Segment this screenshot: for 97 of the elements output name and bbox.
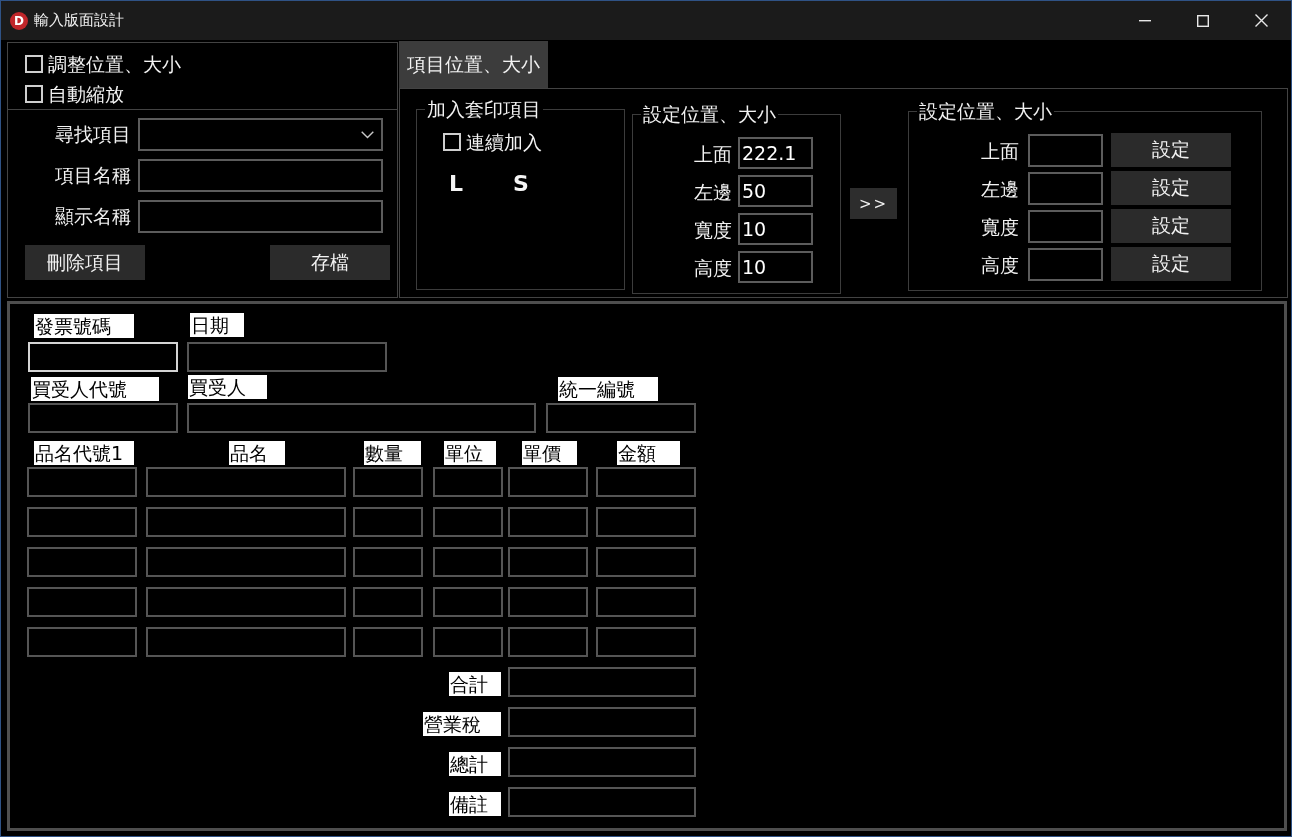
field-label: 買受人 (188, 375, 267, 399)
input-field[interactable] (353, 467, 423, 497)
input-field[interactable] (596, 507, 696, 537)
input-field[interactable] (508, 667, 696, 697)
input-field[interactable] (596, 587, 696, 617)
field-label: 總計 (449, 752, 501, 776)
input-field[interactable] (508, 587, 588, 617)
input-field[interactable] (146, 467, 346, 497)
action-button[interactable]: 存檔 (270, 245, 390, 280)
checkbox[interactable]: 自動縮放 (25, 83, 124, 105)
field-label: 高度 (980, 253, 1019, 278)
column-label: 數量 (364, 441, 421, 465)
input-field[interactable] (508, 747, 696, 777)
input-field[interactable] (146, 627, 346, 657)
input-field[interactable] (27, 507, 137, 537)
input-field[interactable] (146, 587, 346, 617)
input-field[interactable] (138, 200, 383, 233)
input-field[interactable] (353, 587, 423, 617)
field-label: 統一編號 (558, 377, 658, 401)
input-field[interactable] (187, 403, 536, 433)
input-field[interactable] (508, 547, 588, 577)
set-button[interactable]: 設定 (1111, 133, 1231, 167)
set-button[interactable]: 設定 (1111, 247, 1231, 281)
input-field[interactable] (596, 467, 696, 497)
input-field[interactable] (1028, 133, 1103, 167)
size-label: S (513, 171, 529, 197)
input-field[interactable]: 50 (738, 175, 813, 207)
minimize-icon (1139, 19, 1151, 22)
field-label: 左邊 (980, 177, 1019, 202)
field-label: 顯示名稱 (54, 203, 131, 229)
input-field[interactable]: 10 (738, 251, 813, 283)
input-field[interactable] (1028, 171, 1103, 205)
column-label: 單位 (444, 441, 496, 465)
input-field[interactable] (596, 627, 696, 657)
input-field[interactable]: 10 (738, 213, 813, 245)
transfer-button[interactable]: >> (850, 188, 897, 219)
field-label: 買受人代號 (31, 377, 159, 401)
chevron-down-icon (361, 130, 374, 139)
column-label: 品名代號1 (34, 441, 134, 465)
action-button[interactable]: 刪除項目 (25, 245, 145, 280)
input-field[interactable] (433, 627, 503, 657)
column-label: 單價 (522, 441, 577, 465)
field-label: 營業稅 (423, 712, 501, 736)
input-field[interactable] (508, 507, 588, 537)
input-field[interactable] (27, 587, 137, 617)
input-field[interactable] (433, 507, 503, 537)
group-title: 設定位置、大小 (641, 103, 778, 125)
field-label: 尋找項目 (54, 121, 131, 147)
group-title: 設定位置、大小 (917, 100, 1054, 122)
input-field[interactable] (433, 587, 503, 617)
input-field[interactable] (27, 547, 137, 577)
field-label: 發票號碼 (34, 314, 134, 338)
input-field[interactable] (187, 342, 387, 372)
set-button[interactable]: 設定 (1111, 209, 1231, 243)
field-label: 上面 (693, 142, 732, 167)
input-field[interactable] (27, 627, 137, 657)
input-field[interactable] (508, 467, 588, 497)
input-field[interactable] (546, 403, 696, 433)
input-field[interactable] (146, 507, 346, 537)
field-label: 寬度 (693, 218, 732, 243)
tab[interactable]: 項目位置、大小 (399, 41, 548, 88)
column-label: 金額 (617, 441, 680, 465)
input-field[interactable] (1028, 247, 1103, 281)
close-icon (1254, 14, 1268, 27)
input-field[interactable] (433, 467, 503, 497)
checkbox[interactable]: 連續加入 (443, 131, 542, 153)
maximize-icon (1197, 14, 1209, 27)
input-field[interactable] (353, 627, 423, 657)
input-field[interactable] (508, 787, 696, 817)
set-button[interactable]: 設定 (1111, 171, 1231, 205)
field-label: 寬度 (980, 215, 1019, 240)
input-field[interactable] (1028, 209, 1103, 243)
field-label: 高度 (693, 256, 732, 281)
input-field[interactable]: 222.1 (738, 137, 813, 169)
field-label: 備註 (449, 792, 501, 816)
size-label: L (449, 171, 464, 197)
checkbox[interactable]: 調整位置、大小 (25, 53, 181, 75)
dropdown[interactable] (138, 118, 383, 151)
input-field[interactable] (28, 403, 178, 433)
field-label: 上面 (980, 139, 1019, 164)
input-field[interactable] (146, 547, 346, 577)
field-label: 日期 (190, 313, 244, 337)
input-field[interactable] (138, 159, 383, 192)
field-label: 左邊 (693, 180, 732, 205)
input-field[interactable] (27, 467, 137, 497)
input-field[interactable] (508, 707, 696, 737)
window-title: 輸入版面設計 (34, 11, 124, 30)
field-label: 項目名稱 (54, 162, 131, 188)
group-title: 加入套印項目 (425, 98, 543, 120)
column-label: 品名 (229, 441, 285, 465)
input-field[interactable] (508, 627, 588, 657)
input-field[interactable] (596, 547, 696, 577)
input-field[interactable] (433, 547, 503, 577)
app-logo: D (10, 11, 28, 30)
input-field[interactable] (353, 507, 423, 537)
input-field[interactable] (353, 547, 423, 577)
field-label: 合計 (449, 672, 501, 696)
